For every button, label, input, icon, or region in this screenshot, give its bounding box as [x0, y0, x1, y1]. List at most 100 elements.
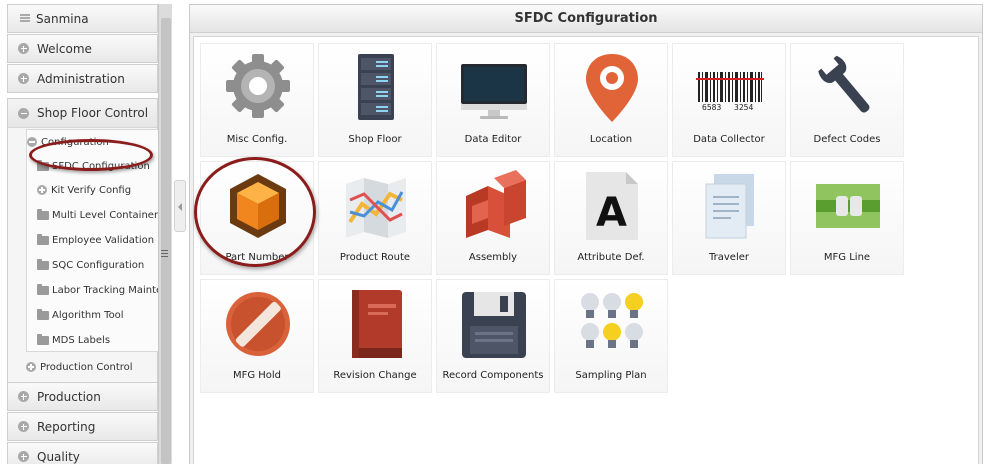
route-map-icon — [346, 178, 406, 238]
tile-shop-floor[interactable]: Shop Floor — [318, 43, 432, 157]
folder-icon — [37, 283, 49, 295]
barcode-digits-right: 3254 — [734, 103, 753, 112]
letter-glyph: A — [596, 190, 627, 236]
sidebar-item-label: Sanmina — [36, 11, 89, 26]
tree-item-production-control[interactable]: Production Control — [26, 355, 133, 379]
tile-label: Product Route — [339, 252, 411, 263]
font-document-icon: A — [586, 172, 638, 240]
tile-label: Record Components — [442, 370, 544, 381]
tree-item-label: Employee Validation — [52, 234, 155, 246]
tile-label: Defect Codes — [813, 134, 881, 145]
barcode-digits-left: 6583 — [702, 103, 721, 112]
tree-item-labor-tracking[interactable]: Labor Tracking Mainte — [37, 278, 159, 302]
wrench-icon — [818, 55, 870, 113]
folder-icon — [37, 159, 49, 171]
tile-product-route[interactable]: Product Route — [318, 161, 432, 275]
tile-record-components[interactable]: Record Components — [436, 279, 550, 393]
tile-mfg-hold[interactable]: MFG Hold — [200, 279, 314, 393]
scrollbar-thumb[interactable] — [161, 18, 171, 464]
tile-attribute-def[interactable]: A Attribute Def. — [554, 161, 668, 275]
tree-item-configuration[interactable]: Configuration — [27, 130, 109, 154]
tile-revision-change[interactable]: Revision Change — [318, 279, 432, 393]
grip-icon[interactable] — [161, 250, 168, 257]
expand-icon — [18, 391, 29, 402]
expand-icon — [18, 73, 29, 84]
tile-label: MFG Line — [823, 252, 871, 263]
tile-label: Part Number — [225, 252, 289, 263]
floppy-disk-icon — [462, 292, 526, 358]
tree-item-label: MDS Labels — [52, 334, 111, 346]
expand-icon — [18, 43, 29, 54]
sidebar-item-label: Production — [37, 389, 101, 404]
folder-icon — [37, 233, 49, 245]
tree-item-label: Algorithm Tool — [52, 309, 124, 321]
tile-label: MFG Hold — [232, 370, 282, 381]
tile-sampling-plan[interactable]: Sampling Plan — [554, 279, 668, 393]
tree-item-label: Multi Level Container C — [52, 209, 159, 221]
tile-label: Data Collector — [693, 134, 765, 145]
tile-label: Traveler — [709, 252, 749, 263]
expand-icon — [18, 451, 29, 462]
collapse-icon — [18, 107, 29, 119]
sidebar-item-quality[interactable]: Quality — [7, 442, 158, 464]
tree-item-sfdc-configuration[interactable]: SFDC Configuration — [37, 154, 150, 178]
folder-icon — [37, 308, 49, 320]
documents-icon — [705, 174, 754, 239]
sidebar-item-shop-floor-control[interactable]: Shop Floor Control — [8, 99, 157, 128]
sidebar: Sanmina Welcome Administration Shop Floo… — [7, 4, 172, 464]
tile-label: Revision Change — [333, 370, 417, 381]
plug-line-icon — [816, 184, 880, 228]
tile-label: Attribute Def. — [577, 252, 645, 263]
cube-icon — [230, 174, 286, 238]
shop-floor-control-panel: Shop Floor Control Configuration SFDC Co… — [7, 98, 159, 384]
sidebar-item-reporting[interactable]: Reporting — [7, 412, 158, 441]
page-title: SFDC Configuration — [190, 5, 982, 33]
tile-label: Sampling Plan — [575, 370, 647, 381]
tree-item-label: SQC Configuration — [52, 259, 145, 271]
tile-label: Shop Floor — [348, 134, 402, 145]
sidebar-item-label: Reporting — [37, 419, 96, 434]
sidebar-item-label: Quality — [37, 449, 80, 464]
collapse-sidebar-button[interactable] — [174, 180, 186, 232]
collapse-icon — [27, 137, 37, 147]
tile-defect-codes[interactable]: Defect Codes — [790, 43, 904, 157]
tree-item-label: SFDC Configuration — [52, 160, 150, 172]
list-icon — [20, 14, 30, 23]
gear-icon — [226, 54, 290, 118]
map-pin-icon — [586, 54, 638, 122]
tile-mfg-line[interactable]: MFG Line — [790, 161, 904, 275]
monitor-icon — [461, 64, 527, 119]
tile-label: Location — [589, 134, 633, 145]
tree-item-label: Production Control — [40, 361, 133, 373]
tree-item-label: Configuration — [41, 136, 109, 148]
tree-item-label: Labor Tracking Mainte — [52, 284, 159, 296]
sidebar-item-administration[interactable]: Administration — [7, 64, 158, 93]
sidebar-item-welcome[interactable]: Welcome — [7, 34, 158, 63]
tree-item-mds-labels[interactable]: MDS Labels — [37, 328, 111, 351]
tile-misc-config[interactable]: Misc Config. — [200, 43, 314, 157]
barcode-icon: 6583 3254 — [696, 72, 764, 112]
tile-traveler[interactable]: Traveler — [672, 161, 786, 275]
tile-location[interactable]: Location — [554, 43, 668, 157]
tile-label: Misc Config. — [226, 134, 288, 145]
sidebar-item-sanmina[interactable]: Sanmina — [7, 4, 158, 33]
tree-item-kit-verify-config[interactable]: Kit Verify Config — [37, 178, 131, 202]
tree-item-algorithm-tool[interactable]: Algorithm Tool — [37, 303, 124, 327]
tile-data-collector[interactable]: 6583 3254 Data Collector — [672, 43, 786, 157]
folder-icon — [37, 333, 49, 345]
tile-part-number[interactable]: Part Number — [200, 161, 314, 275]
main-panel: SFDC Configuration Misc Config. Shop Flo… — [189, 4, 983, 464]
boxes-icon — [466, 170, 526, 238]
expand-icon — [26, 362, 36, 372]
tree-item-multi-level-container[interactable]: Multi Level Container C — [37, 203, 159, 227]
tree-item-sqc-configuration[interactable]: SQC Configuration — [37, 253, 144, 277]
sidebar-item-label: Shop Floor Control — [37, 106, 149, 120]
tile-assembly[interactable]: Assembly — [436, 161, 550, 275]
tree-item-employee-validation[interactable]: Employee Validation — [37, 228, 154, 252]
tile-label: Assembly — [468, 252, 518, 263]
sidebar-scrollbar[interactable] — [158, 4, 172, 464]
book-icon — [352, 290, 402, 358]
tile-data-editor[interactable]: Data Editor — [436, 43, 550, 157]
sidebar-item-production[interactable]: Production — [7, 382, 158, 411]
expand-icon — [37, 185, 47, 195]
